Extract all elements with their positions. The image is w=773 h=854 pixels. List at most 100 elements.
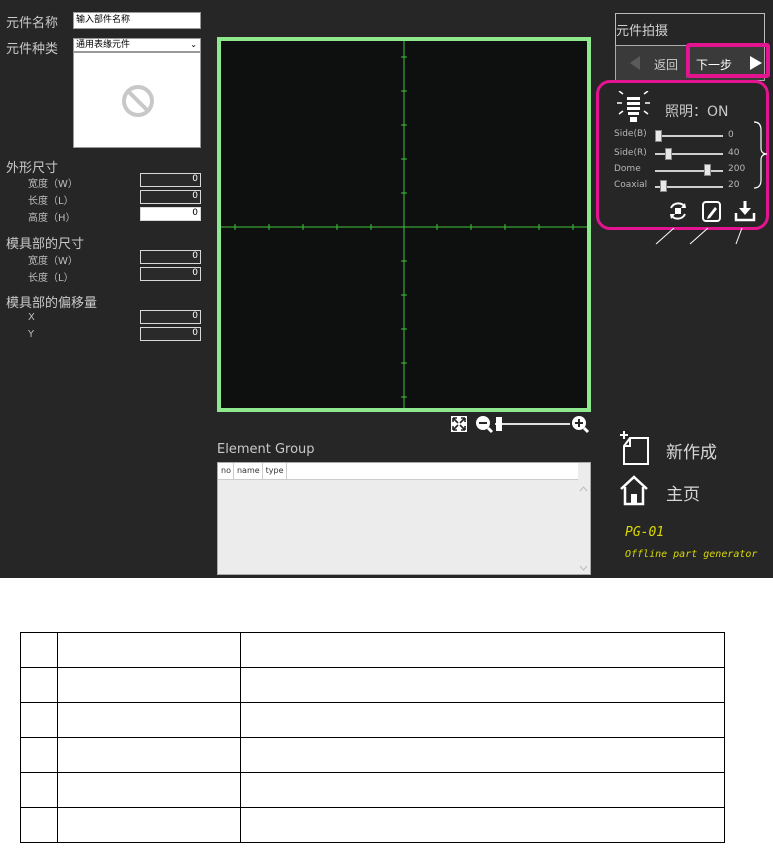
slider-thumb-coaxial[interactable]: [660, 180, 667, 192]
offset-y-field[interactable]: 0: [140, 327, 201, 341]
table-cell: [240, 737, 725, 773]
part-image-preview: [73, 52, 201, 148]
table-cell: [57, 667, 241, 703]
part-type-value: 通用表缘元件: [76, 40, 131, 50]
slider-label-side-b: Side(B): [614, 129, 647, 139]
element-group-title: Element Group: [217, 442, 315, 457]
column-header-name[interactable]: name: [234, 463, 263, 479]
light-bulb-icon[interactable]: [616, 91, 650, 125]
table-cell: [20, 632, 58, 668]
home-button[interactable]: 主页: [618, 472, 768, 510]
table-row: [20, 772, 725, 808]
slider-label-coaxial: Coaxial: [614, 180, 648, 190]
slider-track-dome[interactable]: [655, 170, 723, 172]
table-cell: [240, 807, 725, 843]
zoom-controls: [450, 414, 595, 434]
mold-size-title: 模具部的尺寸: [6, 237, 85, 252]
table-row: [20, 737, 725, 773]
scroll-down-icon: [579, 565, 588, 571]
outer-length-label: 长度（L）: [28, 196, 74, 207]
product-description: Offline part generator: [625, 549, 758, 560]
rotate-icon[interactable]: [666, 199, 690, 223]
mold-width-label: 宽度（W）: [28, 256, 78, 267]
icon-pointer-lines: [655, 228, 743, 245]
slider-value-side-r: 40: [728, 148, 740, 158]
mold-length-field[interactable]: 0: [140, 267, 201, 281]
element-group-table[interactable]: no name type: [217, 462, 591, 575]
home-icon: [620, 475, 648, 506]
triangle-left-icon: [630, 56, 640, 70]
crosshair: [221, 41, 587, 408]
part-type-label: 元件种类: [6, 42, 59, 57]
table-cell: [240, 772, 725, 808]
table-cell: [57, 737, 241, 773]
offset-y-label: Y: [28, 329, 35, 340]
column-header-no[interactable]: no: [218, 463, 234, 479]
zoom-in-icon[interactable]: [572, 416, 590, 434]
outer-height-field[interactable]: 0: [140, 207, 201, 221]
download-icon[interactable]: [733, 199, 757, 223]
new-create-label: 新作成: [666, 443, 717, 463]
outer-length-field[interactable]: 0: [140, 190, 201, 204]
slider-value-dome: 200: [728, 164, 746, 174]
new-file-icon: [620, 431, 649, 465]
table-cell: [240, 667, 725, 703]
table-cell: [20, 667, 58, 703]
table-row: [20, 667, 725, 703]
outer-width-label: 宽度（W）: [28, 179, 78, 190]
table-cell: [57, 702, 241, 738]
back-button[interactable]: 返回: [622, 52, 686, 74]
slider-value-side-b: 0: [728, 130, 734, 140]
empty-table: [20, 632, 725, 843]
offset-x-label: X: [28, 312, 35, 323]
slider-value-coaxial: 20: [728, 180, 740, 190]
back-button-label: 返回: [654, 58, 679, 72]
no-image-icon: [122, 85, 154, 117]
new-create-button[interactable]: 新作成: [618, 430, 768, 468]
chevron-down-icon: ⌄: [190, 40, 197, 49]
part-generator-window: 元件名称 输入部件名称 元件种类 通用表缘元件 ⌄ 外形尺寸 宽度（W） 0 长…: [0, 0, 773, 578]
mold-length-label: 长度（L）: [28, 273, 74, 284]
lighting-status: 照明：ON: [665, 104, 729, 120]
slider-thumb-side-r[interactable]: [665, 148, 672, 160]
table-row: [20, 632, 725, 668]
column-header-type[interactable]: type: [263, 463, 287, 479]
part-type-select[interactable]: 通用表缘元件 ⌄: [73, 38, 201, 52]
capture-section-title: 元件拍摄: [615, 13, 765, 45]
slider-thumb-dome[interactable]: [704, 164, 711, 176]
mold-offset-title: 模具部的偏移量: [6, 296, 98, 311]
slider-label-dome: Dome: [614, 164, 641, 174]
table-cell: [57, 632, 241, 668]
table-cell: [57, 807, 241, 843]
next-step-highlight: [686, 43, 770, 78]
offset-x-field[interactable]: 0: [140, 310, 201, 324]
mold-width-field[interactable]: 0: [140, 250, 201, 264]
table-row: [20, 807, 725, 843]
table-row: [20, 702, 725, 738]
table-cell: [20, 772, 58, 808]
zoom-slider-thumb[interactable]: [496, 417, 502, 431]
vertical-scrollbar[interactable]: [577, 463, 590, 574]
part-name-input[interactable]: 输入部件名称: [73, 12, 201, 29]
fit-screen-icon[interactable]: [451, 416, 467, 432]
slider-group-bracket: [753, 121, 768, 189]
table-cell: [57, 772, 241, 808]
edit-icon[interactable]: [700, 199, 724, 223]
slider-label-side-r: Side(R): [614, 148, 647, 158]
zoom-out-icon[interactable]: [476, 416, 494, 434]
slider-track-side-b[interactable]: [655, 135, 723, 137]
outer-width-field[interactable]: 0: [140, 173, 201, 187]
outer-height-label: 高度（H）: [28, 213, 76, 224]
table-cell: [240, 632, 725, 668]
table-cell: [20, 702, 58, 738]
home-label: 主页: [666, 485, 700, 505]
table-cell: [20, 807, 58, 843]
table-cell: [20, 737, 58, 773]
table-header: no name type: [218, 463, 578, 480]
product-code: PG-01: [625, 525, 665, 540]
table-cell: [240, 702, 725, 738]
scroll-up-icon: [579, 486, 588, 492]
part-name-label: 元件名称: [6, 16, 59, 31]
camera-view[interactable]: [217, 37, 591, 412]
slider-thumb-side-b[interactable]: [655, 130, 662, 142]
